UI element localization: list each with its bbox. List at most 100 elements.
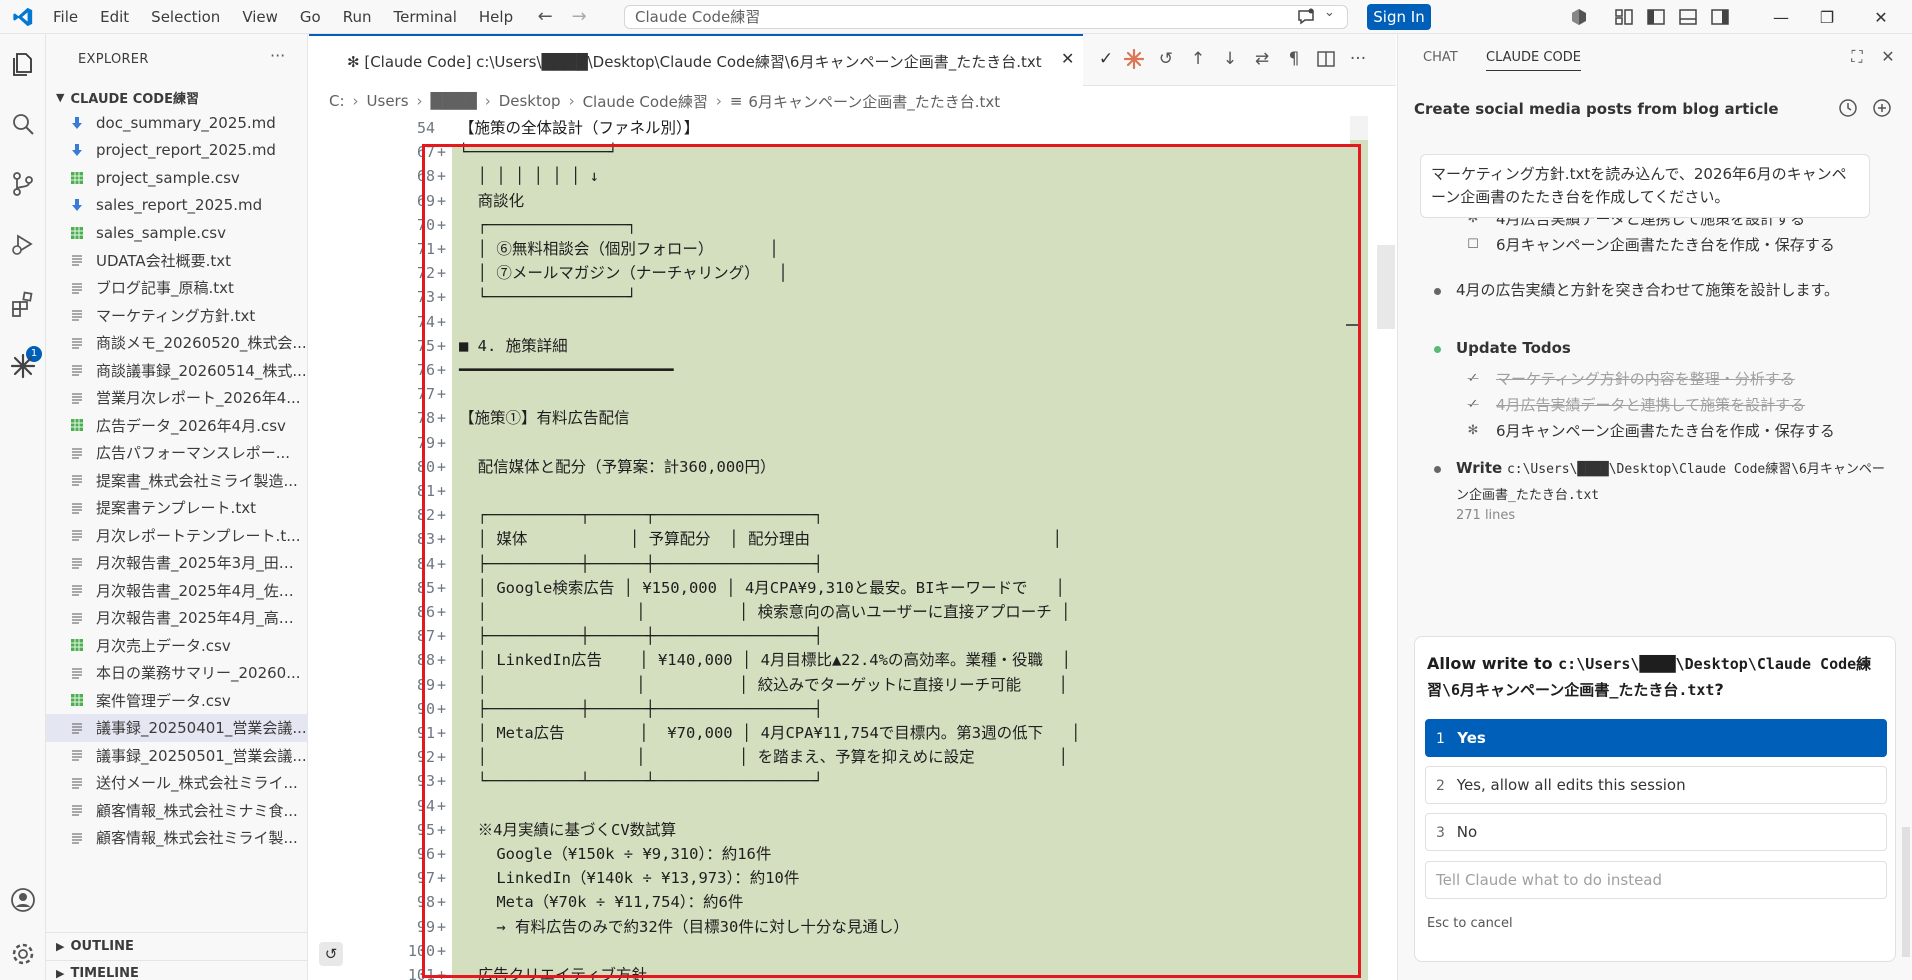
file-item[interactable]: 本日の業務サマリー_20260... [46,659,308,687]
file-item[interactable]: 顧客情報_株式会社ミライ製... [46,824,308,852]
forward-arrow-icon[interactable]: → [566,4,592,30]
workspace-folder[interactable]: ▼ CLAUDE CODE練習 [56,86,199,108]
close-panel-icon[interactable]: ✕ [1879,48,1897,66]
file-item[interactable]: 商談議事録_20260514_株式... [46,357,308,385]
menu-go[interactable]: Go [289,0,332,34]
file-item[interactable]: 広告パフォーマンスレポー... [46,439,308,467]
tab-chat[interactable]: CHAT [1423,50,1458,65]
file-item[interactable]: 商談メモ_20260520_株式会... [46,329,308,357]
restore-icon[interactable]: ❐ [1804,0,1850,34]
file-item[interactable]: 月次報告書_2025年4月_佐藤... [46,577,308,605]
more-actions-icon[interactable]: ··· [270,46,285,65]
revert-icon[interactable]: ↺ [1155,48,1177,70]
toggle-panel-icon[interactable] [1678,7,1698,27]
file-item[interactable]: doc_summary_2025.md [46,109,308,137]
file-item[interactable]: project_report_2025.md [46,137,308,165]
instead-input[interactable]: Tell Claude what to do instead [1425,861,1887,899]
menu-help[interactable]: Help [468,0,524,34]
file-item[interactable]: 月次売上データ.csv [46,632,308,660]
accept-check-icon[interactable]: ✓ [1095,48,1117,70]
file-item[interactable]: マーケティング方針.txt [46,302,308,330]
breadcrumb-item[interactable]: Desktop [499,92,561,110]
option-no-button[interactable]: 3 No [1425,813,1887,851]
step-bullet-green-icon [1434,346,1441,353]
editor-tab-active[interactable]: ✻ [Claude Code] c:\Users\████\Desktop\Cl… [309,34,1083,86]
outline-section[interactable]: ▶ OUTLINE [56,939,134,954]
undo-icon[interactable]: ↺ [319,942,343,966]
menu-selection[interactable]: Selection [140,0,231,34]
swap-sides-icon[interactable]: ⇄ [1251,48,1273,70]
breadcrumb-item[interactable]: Claude Code練習 [583,91,708,112]
accounts-icon[interactable] [9,886,37,914]
file-item[interactable]: 送付メール_株式会社ミライ... [46,769,308,797]
breadcrumb-item[interactable]: ████ [431,92,477,110]
file-item[interactable]: 営業月次レポート_2026年4... [46,384,308,412]
split-editor-icon[interactable] [1315,48,1337,70]
claude-spark-icon[interactable] [1123,48,1145,70]
line-text: │ ⑦メールマガジン（ナーチャリング） │ [459,264,788,283]
option-yes-button[interactable]: 1 Yes [1425,719,1887,757]
tab-claude-code[interactable]: CLAUDE CODE [1486,50,1581,71]
close-window-icon[interactable]: ✕ [1858,0,1904,34]
file-item[interactable]: UDATA会社概要.txt [46,247,308,275]
close-icon[interactable]: ✕ [1061,49,1074,68]
file-item[interactable]: 案件管理データ.csv [46,687,308,715]
timeline-section[interactable]: ▶ TIMELINE [56,966,139,980]
previous-change-icon[interactable]: ↑ [1187,48,1209,70]
customize-layout-icon[interactable] [1614,7,1634,27]
settings-gear-icon[interactable] [9,940,37,968]
panel-scrollbar-thumb[interactable] [1902,827,1910,957]
new-session-icon[interactable] [1872,98,1892,118]
editor-scrollbar-thumb[interactable] [1377,245,1395,329]
next-change-icon[interactable]: ↓ [1219,48,1241,70]
line-text: │ │ │ 絞込みでターゲットに直接リーチ可能 │ [459,675,1068,694]
run-debug-icon[interactable] [9,230,37,258]
claude-code-icon[interactable] [9,352,37,380]
explorer-files-icon[interactable] [9,50,37,78]
sign-in-button[interactable]: Sign In [1367,4,1431,30]
code-editor[interactable]: 54 【施策の全体設計（ファネル別）】 67 + └───────────────┘ 68… [309,116,1396,980]
toggle-primary-sidebar-icon[interactable] [1646,7,1666,27]
file-item[interactable]: 月次報告書_2025年4月_高橋... [46,604,308,632]
file-item[interactable]: ブログ記事_原稿.txt [46,274,308,302]
menu-run[interactable]: Run [332,0,383,34]
minimap[interactable] [1350,116,1368,980]
menu-file[interactable]: File [42,0,89,34]
breadcrumb-item[interactable]: 6月キャンペーン企画書_たたき台.txt [748,91,1000,112]
chevron-down-icon[interactable]: ⌄ [1324,5,1335,20]
line-number: 94 [416,796,435,815]
option-yes-all-button[interactable]: 2 Yes, allow all edits this session [1425,766,1887,804]
write-path[interactable]: c:\Users\████\Desktop\Claude Code練習\6月キャ… [1456,462,1885,503]
toggle-secondary-sidebar-icon[interactable] [1710,7,1730,27]
menu-view[interactable]: View [231,0,289,34]
file-item[interactable]: 月次報告書_2025年3月_田中... [46,549,308,577]
back-arrow-icon[interactable]: ← [532,4,558,30]
copilot-chat-icon[interactable] [1296,7,1316,27]
file-item[interactable]: project_sample.csv [46,164,308,192]
breadcrumb-item[interactable]: Users [367,92,409,110]
file-item[interactable]: 広告データ_2026年4月.csv [46,412,308,440]
history-clock-icon[interactable] [1838,98,1858,118]
more-actions-icon[interactable]: ··· [1347,48,1369,70]
search-icon[interactable] [9,110,37,138]
command-center-search[interactable]: Claude Code練習 [624,5,1348,29]
menu-terminal[interactable]: Terminal [383,0,468,34]
show-whitespace-icon[interactable]: ¶ [1283,48,1305,70]
extensions-icon[interactable] [9,290,37,318]
file-name: 議事録_20250401_営業会議... [96,719,307,738]
copilot-status-icon[interactable] [1569,7,1589,27]
breadcrumb-item[interactable]: C: [329,92,345,110]
file-item[interactable]: sales_sample.csv [46,219,308,247]
file-item[interactable]: sales_report_2025.md [46,192,308,220]
file-name: マーケティング方針.txt [96,306,256,325]
menu-edit[interactable]: Edit [89,0,140,34]
minimize-icon[interactable]: — [1758,0,1804,34]
file-item[interactable]: 提案書_株式会社ミライ製造... [46,467,308,495]
file-item[interactable]: 議事録_20250401_営業会議... [46,714,308,742]
source-control-icon[interactable] [9,170,37,198]
maximize-icon[interactable]: ⛶ [1848,48,1866,66]
file-item[interactable]: 提案書テンプレート.txt [46,494,308,522]
file-item[interactable]: 月次レポートテンプレート.t... [46,522,308,550]
file-item[interactable]: 議事録_20250501_営業会議... [46,742,308,770]
file-item[interactable]: 顧客情報_株式会社ミナミ食... [46,797,308,825]
